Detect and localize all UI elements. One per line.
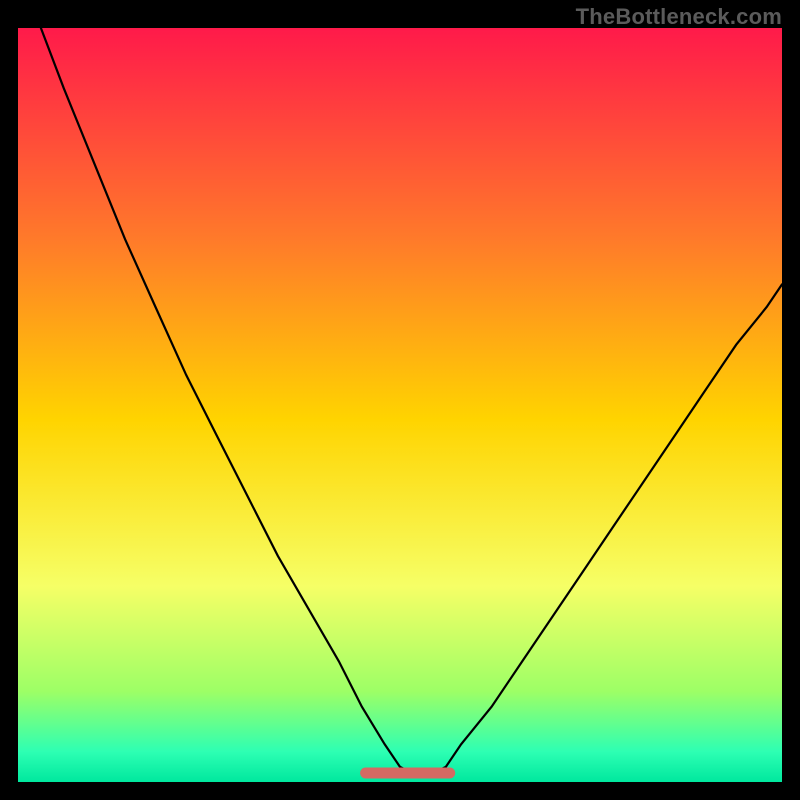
plot-area [18, 28, 782, 782]
bottleneck-chart [18, 28, 782, 782]
gradient-background [18, 28, 782, 782]
watermark-text: TheBottleneck.com [576, 4, 782, 30]
chart-frame: TheBottleneck.com [0, 0, 800, 800]
